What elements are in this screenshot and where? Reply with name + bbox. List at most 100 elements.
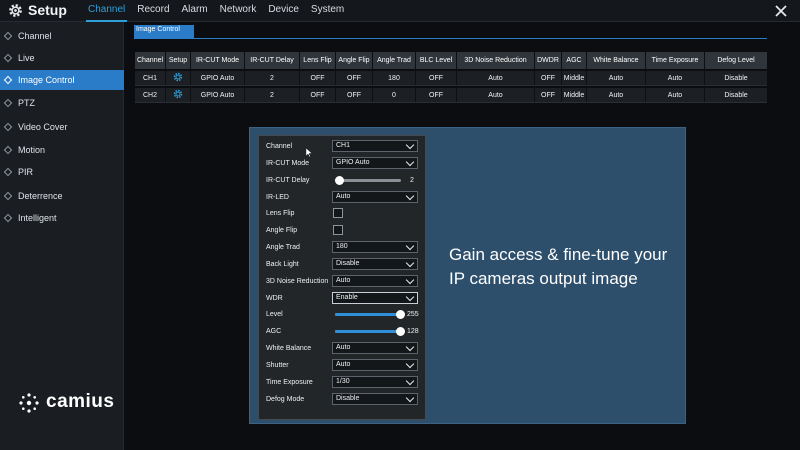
time-exposure-select[interactable]: 1/30 [332, 376, 418, 388]
angle-flip-label: Angle Flip [266, 227, 298, 234]
back-light-label: Back Light [266, 261, 299, 268]
menu-item-system[interactable]: System [305, 0, 350, 22]
sidebar-item-pir[interactable]: PIR [0, 162, 124, 182]
angle-trad-select[interactable]: 180 [332, 241, 418, 253]
column-header: White Balance [587, 52, 646, 69]
chevron-down-icon [405, 157, 415, 167]
ircut-delay-slider-handle[interactable] [334, 176, 344, 185]
table-cell [166, 88, 191, 102]
tab-image-control-label: Image Control [136, 26, 180, 33]
ircut-mode-select[interactable]: GPIO Auto [332, 157, 418, 169]
mouse-cursor-icon [306, 148, 312, 157]
defog-mode-label: Defog Mode [266, 396, 305, 403]
table-row[interactable]: CH1 GPIO Auto 2 OFF OFF 180 OFF Auto OFF… [135, 71, 767, 86]
table-cell: OFF [416, 88, 457, 102]
table-cell: OFF [336, 88, 373, 102]
sidebar-item-channel[interactable]: Channel [0, 26, 124, 46]
channel-select[interactable]: CH1 [332, 140, 418, 152]
promo-line-1: Gain access & fine-tune your [449, 245, 668, 264]
agc-slider[interactable] [335, 330, 401, 333]
level-slider-handle[interactable] [396, 310, 405, 319]
ir-led-label: IR-LED [266, 194, 289, 201]
menu-item-record[interactable]: Record [131, 0, 175, 22]
angle-flip-checkbox[interactable] [333, 225, 343, 235]
table-cell: OFF [535, 71, 562, 85]
white-balance-select[interactable]: Auto [332, 342, 418, 354]
ircut-mode-label: IR-CUT Mode [266, 160, 310, 167]
table-cell: 2 [245, 71, 300, 85]
brand-logo: camius [14, 390, 114, 414]
chevron-down-icon [405, 140, 415, 150]
column-header: IR-CUT Mode [191, 52, 245, 69]
sidebar-item-deterrence[interactable]: Deterrence [0, 186, 124, 206]
gear-icon [9, 4, 22, 17]
menu-item-channel[interactable]: Channel [82, 0, 131, 22]
table-cell: Auto [646, 88, 705, 102]
diamond-icon [3, 167, 13, 177]
sidebar-item-live[interactable]: Live [0, 48, 124, 68]
table-cell: CH2 [135, 88, 166, 102]
ircut-mode-select-value: GPIO Auto [336, 159, 370, 166]
chevron-down-icon [405, 241, 415, 251]
sidebar-item-label: Image Control [18, 75, 75, 85]
chevron-down-icon [405, 359, 415, 369]
sidebar-item-label: Deterrence [18, 191, 63, 201]
noise-reduction-select[interactable]: Auto [332, 275, 418, 287]
diamond-icon [3, 145, 13, 155]
promo-text: Gain access & fine-tune your IP cameras … [449, 243, 689, 291]
chevron-down-icon [405, 376, 415, 386]
close-icon[interactable] [774, 4, 788, 18]
menu-item-device[interactable]: Device [262, 0, 305, 22]
level-slider[interactable] [335, 313, 401, 316]
table-cell: 0 [373, 88, 416, 102]
back-light-select[interactable]: Disable [332, 258, 418, 270]
shutter-select[interactable]: Auto [332, 359, 418, 371]
menu-item-alarm[interactable]: Alarm [176, 0, 214, 22]
sidebar-item-image-control[interactable]: Image Control [0, 70, 124, 90]
defog-mode-select[interactable]: Disable [332, 393, 418, 405]
chevron-down-icon [405, 393, 415, 403]
sidebar-item-label: Video Cover [18, 122, 68, 132]
promo-line-2: IP cameras output image [449, 269, 638, 288]
column-header: Setup [166, 52, 191, 69]
column-header: Lens Flip [300, 52, 336, 69]
table-cell: Middle [562, 71, 587, 85]
agc-value: 128 [407, 328, 419, 335]
sidebar-item-ptz[interactable]: PTZ [0, 93, 124, 113]
sidebar-item-label: Live [18, 53, 35, 63]
time-exposure-label: Time Exposure [266, 379, 313, 386]
shutter-select-value: Auto [336, 361, 351, 368]
table-cell: Auto [587, 88, 646, 102]
table-cell: Auto [587, 71, 646, 85]
table-row[interactable]: CH2 GPIO Auto 2 OFF OFF 0 OFF Auto OFF M… [135, 88, 767, 103]
shutter-label: Shutter [266, 362, 289, 369]
sidebar-item-motion[interactable]: Motion [0, 140, 124, 160]
table-cell: OFF [535, 88, 562, 102]
noise-reduction-label: 3D Noise Reduction [266, 278, 329, 285]
sidebar-item-video-cover[interactable]: Video Cover [0, 117, 124, 137]
chevron-down-icon [405, 258, 415, 268]
ir-led-select[interactable]: Auto [332, 191, 418, 203]
column-header: AGC [562, 52, 587, 69]
chevron-down-icon [405, 342, 415, 352]
sidebar-item-intelligent[interactable]: Intelligent [0, 208, 124, 228]
agc-slider-handle[interactable] [396, 327, 405, 336]
table-cell: 2 [245, 88, 300, 102]
gear-icon[interactable] [173, 72, 183, 82]
sidebar-item-label: PIR [18, 167, 34, 177]
diamond-icon [3, 122, 13, 132]
column-header: DWDR [535, 52, 562, 69]
wdr-select[interactable]: Enable [332, 292, 418, 304]
chevron-down-icon [405, 275, 415, 285]
sidebar-item-label: Intelligent [18, 213, 57, 223]
table-cell: Disable [724, 92, 748, 99]
angle-trad-label: Angle Trad [266, 244, 300, 251]
ircut-delay-slider[interactable] [335, 179, 401, 182]
chevron-down-icon [405, 191, 415, 201]
menu-item-network[interactable]: Network [214, 0, 263, 22]
ir-led-select-value: Auto [336, 193, 351, 200]
lens-flip-checkbox[interactable] [333, 208, 343, 218]
table-cell: Auto [646, 71, 705, 85]
ircut-delay-value: 2 [410, 177, 414, 184]
gear-icon[interactable] [173, 89, 183, 99]
